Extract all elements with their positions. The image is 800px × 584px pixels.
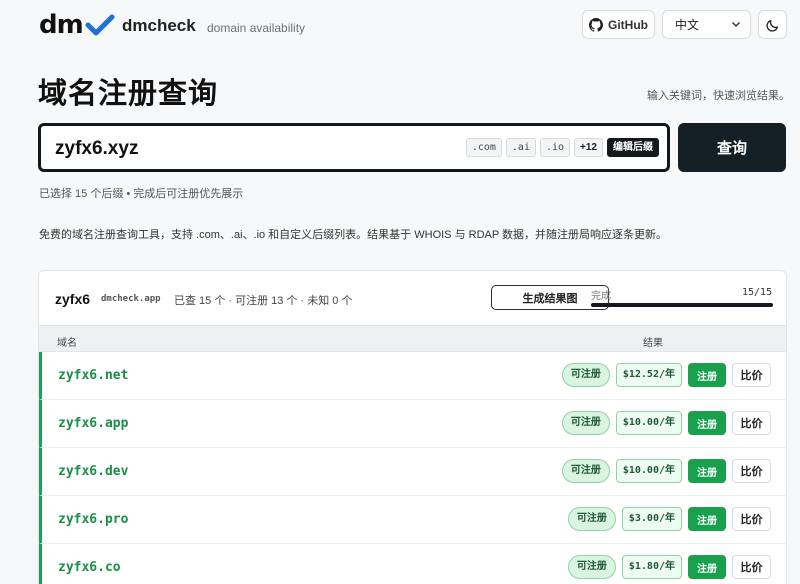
- price-tag: $10.00/年: [615, 411, 682, 435]
- selection-summary: 已选择 15 个后缀 • 完成后可注册优先展示: [39, 188, 244, 200]
- progress-bar-fill: [591, 303, 773, 307]
- progress-count: 15/15: [742, 287, 773, 298]
- row-domain[interactable]: zyfx6.co: [58, 560, 121, 575]
- compare-button[interactable]: 比价: [732, 411, 771, 435]
- moon-icon: [765, 19, 778, 32]
- column-header-result: 结果: [643, 338, 663, 349]
- brand-name: dmcheck: [122, 16, 196, 35]
- logo-text: dm: [39, 10, 84, 40]
- register-button[interactable]: 注册: [688, 555, 726, 579]
- results-list: zyfx6.net 可注册 $12.52/年 注册 比价 zyfx6.app 可…: [39, 352, 786, 584]
- github-button[interactable]: GitHub: [582, 10, 655, 39]
- register-button[interactable]: 注册: [688, 411, 726, 435]
- logo[interactable]: dm: [39, 12, 115, 38]
- table-row: zyfx6.dev 可注册 $10.00/年 注册 比价: [39, 448, 786, 496]
- table-header: 域名 结果: [39, 325, 786, 352]
- status-badge: 可注册: [561, 411, 610, 435]
- query-button[interactable]: 查询: [678, 123, 786, 172]
- table-row: zyfx6.app 可注册 $10.00/年 注册 比价: [39, 400, 786, 448]
- status-badge: 可注册: [567, 507, 616, 531]
- header: dm dmcheck domain availability GitHub 中文: [0, 0, 800, 52]
- compare-button[interactable]: 比价: [732, 459, 771, 483]
- results-panel: zyfx6 dmcheck.app 已查 15 个 · 可注册 13 个 · 未…: [38, 270, 787, 584]
- description: 免费的域名注册查询工具，支持 .com、.ai、.io 和自定义后缀列表。结果基…: [39, 229, 668, 241]
- row-actions: 可注册 $10.00/年 注册 比价: [561, 459, 771, 483]
- checkmark-icon: [85, 14, 115, 36]
- results-stats: 已查 15 个 · 可注册 13 个 · 未知 0 个: [174, 295, 353, 307]
- price-tag: $10.00/年: [615, 459, 682, 483]
- theme-toggle-button[interactable]: [758, 10, 787, 39]
- github-icon: [589, 17, 603, 32]
- column-header-domain: 域名: [57, 338, 77, 349]
- page-hint: 输入关键词，快速浏览结果。: [647, 90, 790, 102]
- status-badge: 可注册: [567, 555, 616, 579]
- register-button[interactable]: 注册: [688, 507, 726, 531]
- row-actions: 可注册 $10.00/年 注册 比价: [561, 411, 771, 435]
- page-title: 域名注册查询: [38, 78, 219, 110]
- row-domain[interactable]: zyfx6.pro: [58, 512, 128, 527]
- status-badge: 可注册: [561, 459, 610, 483]
- suffix-chips: .com .ai .io +12 编辑后缀: [465, 138, 659, 157]
- search-box[interactable]: .com .ai .io +12 编辑后缀: [38, 123, 670, 172]
- progress-label: 完成: [591, 291, 611, 302]
- status-badge: 可注册: [561, 363, 610, 387]
- row-domain[interactable]: zyfx6.app: [58, 416, 128, 431]
- compare-button[interactable]: 比价: [732, 507, 771, 531]
- table-row: zyfx6.co 可注册 $1.80/年 注册 比价: [39, 544, 786, 584]
- chevron-down-icon: [731, 21, 741, 28]
- more-suffixes-chip[interactable]: +12: [574, 138, 603, 157]
- table-row: zyfx6.net 可注册 $12.52/年 注册 比价: [39, 352, 786, 400]
- row-domain[interactable]: zyfx6.dev: [58, 464, 128, 479]
- language-select[interactable]: 中文: [662, 10, 751, 39]
- row-domain[interactable]: zyfx6.net: [58, 368, 128, 383]
- row-actions: 可注册 $3.00/年 注册 比价: [567, 507, 771, 531]
- suffix-chip[interactable]: .ai: [505, 138, 536, 157]
- progress-bar: [591, 303, 773, 307]
- results-keyword: zyfx6: [55, 291, 91, 307]
- compare-button[interactable]: 比价: [732, 555, 771, 579]
- price-tag: $12.52/年: [615, 363, 682, 387]
- table-row: zyfx6.pro 可注册 $3.00/年 注册 比价: [39, 496, 786, 544]
- price-tag: $1.80/年: [621, 555, 682, 579]
- price-tag: $3.00/年: [621, 507, 682, 531]
- results-host: dmcheck.app: [101, 294, 161, 304]
- compare-button[interactable]: 比价: [732, 363, 771, 387]
- github-label: GitHub: [608, 17, 648, 32]
- search-input[interactable]: [55, 135, 415, 163]
- suffix-chip[interactable]: .io: [539, 138, 571, 157]
- results-header: zyfx6 dmcheck.app 已查 15 个 · 可注册 13 个 · 未…: [39, 271, 786, 325]
- register-button[interactable]: 注册: [688, 363, 726, 387]
- language-value: 中文: [675, 18, 700, 32]
- edit-suffixes-button[interactable]: 编辑后缀: [607, 138, 659, 157]
- register-button[interactable]: 注册: [688, 459, 726, 483]
- row-actions: 可注册 $12.52/年 注册 比价: [561, 363, 771, 387]
- page: dm dmcheck domain availability GitHub 中文…: [0, 0, 800, 584]
- brand-tagline: domain availability: [207, 21, 306, 35]
- suffix-chip[interactable]: .com: [465, 138, 502, 157]
- row-actions: 可注册 $1.80/年 注册 比价: [567, 555, 771, 579]
